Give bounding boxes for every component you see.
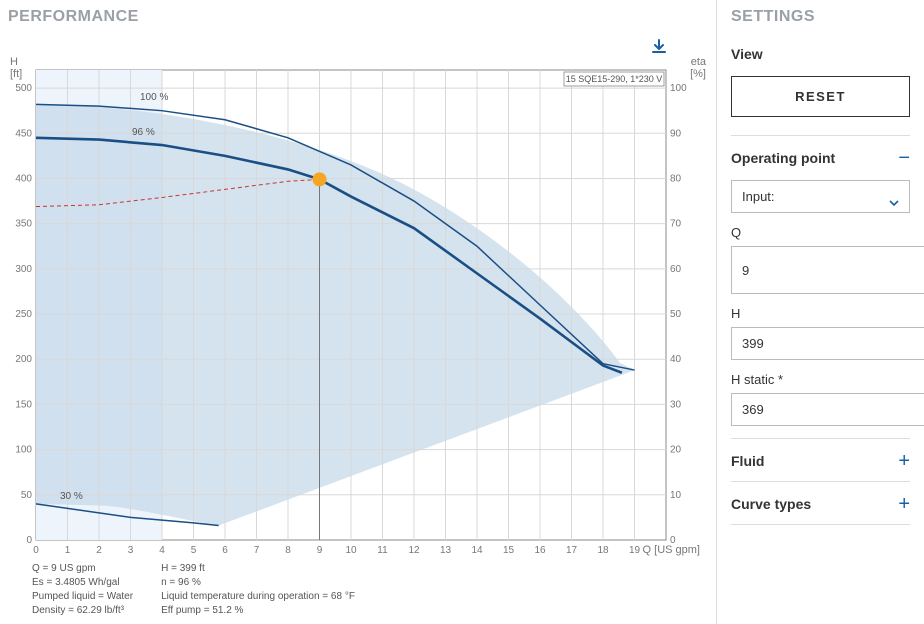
hs-input[interactable] bbox=[731, 393, 924, 426]
svg-text:50: 50 bbox=[670, 309, 682, 320]
meta-temp: Liquid temperature during operation = 68… bbox=[161, 590, 355, 604]
svg-text:6: 6 bbox=[222, 545, 228, 556]
svg-text:17: 17 bbox=[566, 545, 578, 556]
svg-text:40: 40 bbox=[670, 354, 682, 365]
svg-text:13: 13 bbox=[440, 545, 452, 556]
svg-text:500: 500 bbox=[15, 83, 32, 94]
meta-n: n = 96 % bbox=[161, 576, 355, 590]
input-select[interactable]: Input: bbox=[731, 180, 910, 213]
acc-fluid-title: Fluid bbox=[731, 453, 764, 469]
label-30: 30 % bbox=[60, 491, 83, 502]
svg-text:150: 150 bbox=[15, 399, 32, 410]
chart-model-label: 15 SQE15-290, 1*230 V bbox=[566, 74, 663, 84]
q-label: Q bbox=[731, 225, 910, 240]
reset-button[interactable]: RESET bbox=[731, 76, 910, 117]
svg-text:18: 18 bbox=[597, 545, 609, 556]
svg-text:100: 100 bbox=[670, 83, 687, 94]
svg-text:60: 60 bbox=[670, 264, 682, 275]
chart-meta: Q = 9 US gpm Es = 3.4805 Wh/gal Pumped l… bbox=[32, 562, 704, 618]
acc-curvetypes-title: Curve types bbox=[731, 496, 811, 512]
svg-text:30: 30 bbox=[670, 399, 682, 410]
meta-h: H = 399 ft bbox=[161, 562, 355, 576]
acc-fluid-toggle[interactable]: + bbox=[898, 454, 910, 468]
svg-text:10: 10 bbox=[670, 490, 682, 501]
svg-text:80: 80 bbox=[670, 173, 682, 184]
input-select-label: Input: bbox=[742, 189, 775, 204]
view-label: View bbox=[731, 46, 910, 62]
svg-text:0: 0 bbox=[33, 545, 39, 556]
operating-point-marker bbox=[313, 173, 326, 186]
q-input[interactable] bbox=[731, 246, 924, 294]
svg-text:7: 7 bbox=[254, 545, 260, 556]
y-right-axis-label: eta [%] bbox=[690, 56, 706, 80]
svg-text:11: 11 bbox=[377, 545, 388, 556]
svg-text:20: 20 bbox=[670, 445, 682, 456]
svg-text:300: 300 bbox=[15, 264, 32, 275]
svg-text:8: 8 bbox=[285, 545, 291, 556]
acc-operating-point-toggle[interactable]: − bbox=[898, 151, 910, 165]
h-input[interactable] bbox=[731, 327, 924, 360]
hs-label: H static * bbox=[731, 372, 910, 387]
svg-text:100: 100 bbox=[15, 445, 32, 456]
meta-dens: Density = 62.29 lb/ft³ bbox=[32, 604, 133, 618]
svg-text:0: 0 bbox=[26, 535, 32, 546]
svg-text:200: 200 bbox=[15, 354, 32, 365]
svg-text:9: 9 bbox=[317, 545, 323, 556]
performance-chart: 0 50 100 150 200 250 300 350 400 450 500… bbox=[8, 56, 694, 558]
svg-text:450: 450 bbox=[15, 128, 32, 139]
acc-curvetypes-toggle[interactable]: + bbox=[898, 497, 910, 511]
svg-text:350: 350 bbox=[15, 219, 32, 230]
settings-title: SETTINGS bbox=[731, 8, 910, 26]
svg-text:90: 90 bbox=[670, 128, 682, 139]
performance-title: PERFORMANCE bbox=[8, 8, 704, 26]
x-axis-label: Q [US gpm] bbox=[643, 544, 700, 556]
svg-text:400: 400 bbox=[15, 173, 32, 184]
svg-text:50: 50 bbox=[21, 490, 33, 501]
acc-operating-point-title: Operating point bbox=[731, 150, 835, 166]
meta-eff: Eff pump = 51.2 % bbox=[161, 604, 355, 618]
svg-text:5: 5 bbox=[191, 545, 197, 556]
meta-liq: Pumped liquid = Water bbox=[32, 590, 133, 604]
svg-text:2: 2 bbox=[96, 545, 102, 556]
label-100: 100 % bbox=[140, 92, 168, 103]
label-96: 96 % bbox=[132, 127, 155, 138]
y-left-axis-label: H [ft] bbox=[10, 56, 22, 80]
svg-text:4: 4 bbox=[159, 545, 165, 556]
chevron-down-icon bbox=[889, 194, 899, 200]
svg-text:12: 12 bbox=[408, 545, 420, 556]
svg-text:70: 70 bbox=[670, 219, 682, 230]
download-icon[interactable] bbox=[650, 38, 668, 61]
meta-es: Es = 3.4805 Wh/gal bbox=[32, 576, 133, 590]
svg-text:16: 16 bbox=[534, 545, 546, 556]
meta-q: Q = 9 US gpm bbox=[32, 562, 133, 576]
svg-text:14: 14 bbox=[471, 545, 483, 556]
svg-text:1: 1 bbox=[65, 545, 71, 556]
svg-text:15: 15 bbox=[503, 545, 515, 556]
svg-text:19: 19 bbox=[629, 545, 641, 556]
svg-text:250: 250 bbox=[15, 309, 32, 320]
h-label: H bbox=[731, 306, 910, 321]
svg-text:10: 10 bbox=[345, 545, 357, 556]
svg-text:3: 3 bbox=[128, 545, 134, 556]
